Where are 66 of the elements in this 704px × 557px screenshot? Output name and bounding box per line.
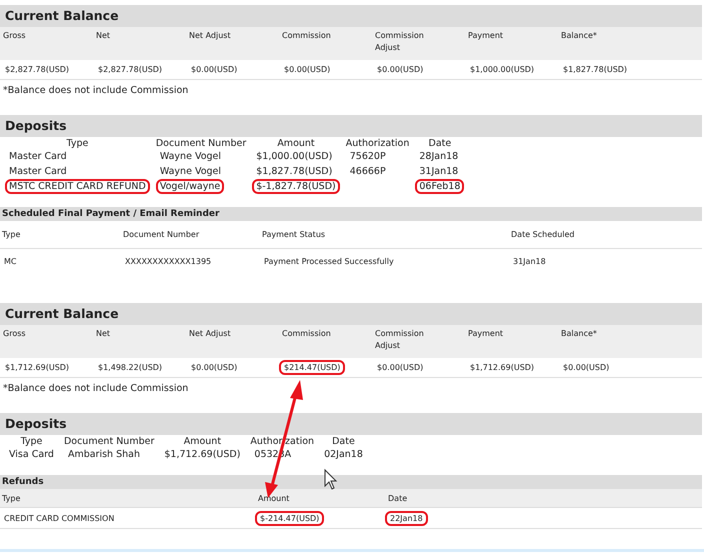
column-header: Document Number bbox=[156, 138, 246, 149]
column-header: Date bbox=[428, 138, 452, 149]
table-cell: $214.47(USD) bbox=[279, 360, 346, 375]
table-cell-text: XXXXXXXXXXXX1395 bbox=[124, 256, 212, 268]
table-cell-text: $0.00(USD) bbox=[190, 362, 238, 374]
section-title: Deposits bbox=[0, 115, 702, 137]
table-cell-text: $0.00(USD) bbox=[283, 64, 332, 76]
table-cell-text: $0.00(USD) bbox=[376, 64, 424, 76]
table-cell-text: MC bbox=[3, 256, 18, 268]
table-cell-text: Ambarish Shah bbox=[66, 448, 141, 462]
table-cell-text: $1,712.69(USD) bbox=[469, 362, 536, 374]
section-title: Scheduled Final Payment / Email Reminder bbox=[0, 207, 702, 221]
column-header: Document Number bbox=[64, 436, 154, 447]
table-cell: 06Feb18 bbox=[415, 179, 464, 194]
table-cell-text: Wayne Vogel bbox=[158, 165, 222, 179]
table-cell-text: $1,712.69(USD) bbox=[163, 448, 242, 462]
column-header: Document Number bbox=[123, 230, 200, 239]
table-cell-text: Master Card bbox=[8, 165, 68, 179]
column-header: Type bbox=[2, 494, 22, 502]
table-cell: $-1,827.78(USD) bbox=[252, 179, 340, 194]
table-cell: Vogel/wayne bbox=[156, 179, 224, 194]
table-cell-text: 31Jan18 bbox=[512, 256, 547, 268]
table-cell-text: $1,827.78(USD) bbox=[562, 64, 628, 76]
table-cell-text: $1,712.69(USD) bbox=[4, 362, 70, 374]
table-cell: 22Jan18 bbox=[385, 510, 428, 526]
column-header: Type bbox=[2, 230, 22, 239]
cursor-icon bbox=[324, 468, 338, 490]
table-header: Gross Net Net Adjust Commission Commission Adjust Payment Balance* bbox=[0, 27, 702, 60]
section-title: Current Balance bbox=[0, 5, 702, 27]
table-cell-text: 28Jan18 bbox=[418, 150, 460, 164]
column-header: Amount bbox=[258, 494, 290, 502]
column-header: Type bbox=[20, 436, 42, 447]
table-cell-text: $2,827.78(USD) bbox=[97, 64, 164, 76]
column-header: Type bbox=[66, 138, 88, 149]
table-cell-text: $1,498.22(USD) bbox=[97, 362, 164, 374]
section-title: Current Balance bbox=[0, 303, 702, 325]
footnote: *Balance does not include Commission bbox=[3, 383, 188, 394]
column-header: Date Scheduled bbox=[511, 230, 576, 239]
table-cell: MSTC CREDIT CARD REFUND bbox=[5, 179, 150, 194]
table-cell-text: 75620P bbox=[348, 150, 387, 164]
column-header: Authorization bbox=[346, 138, 410, 149]
table-cell-text: $0.00(USD) bbox=[376, 362, 424, 374]
table-cell-text: $1,000.00(USD) bbox=[469, 64, 536, 76]
table-cell-text: Visa Card bbox=[8, 448, 55, 462]
section-title: Refunds bbox=[0, 475, 702, 489]
column-header: Amount bbox=[277, 138, 315, 149]
table-cell-text: 46666P bbox=[348, 165, 387, 179]
table-cell: $-214.47(USD) bbox=[255, 510, 324, 526]
table-cell-text: Wayne Vogel bbox=[158, 150, 222, 164]
footnote: *Balance does not include Commission bbox=[3, 85, 188, 96]
table-cell-text: $0.00(USD) bbox=[562, 362, 610, 374]
table-cell-text: Master Card bbox=[8, 150, 68, 164]
table-header: Gross Net Net Adjust Commission Commission Adjust Payment Balance* bbox=[0, 325, 702, 358]
table-cell-text: CREDIT CARD COMMISSION bbox=[3, 512, 116, 524]
table-cell-text: Payment Processed Successfully bbox=[263, 256, 395, 268]
column-header: Date bbox=[388, 494, 408, 502]
table-cell-text: 31Jan18 bbox=[418, 165, 460, 179]
table-cell-text: $0.00(USD) bbox=[190, 64, 238, 76]
table-cell-text: $1,827.78(USD) bbox=[255, 165, 334, 179]
table-cell-text: $1,000.00(USD) bbox=[255, 150, 334, 164]
table-cell-text: $2,827.78(USD) bbox=[4, 64, 70, 76]
column-header: Payment Status bbox=[262, 230, 326, 239]
column-header: Amount bbox=[184, 436, 222, 447]
column-header: Date bbox=[332, 436, 355, 447]
section-title: Deposits bbox=[0, 413, 702, 435]
table-cell-text: 02Jan18 bbox=[323, 448, 364, 462]
